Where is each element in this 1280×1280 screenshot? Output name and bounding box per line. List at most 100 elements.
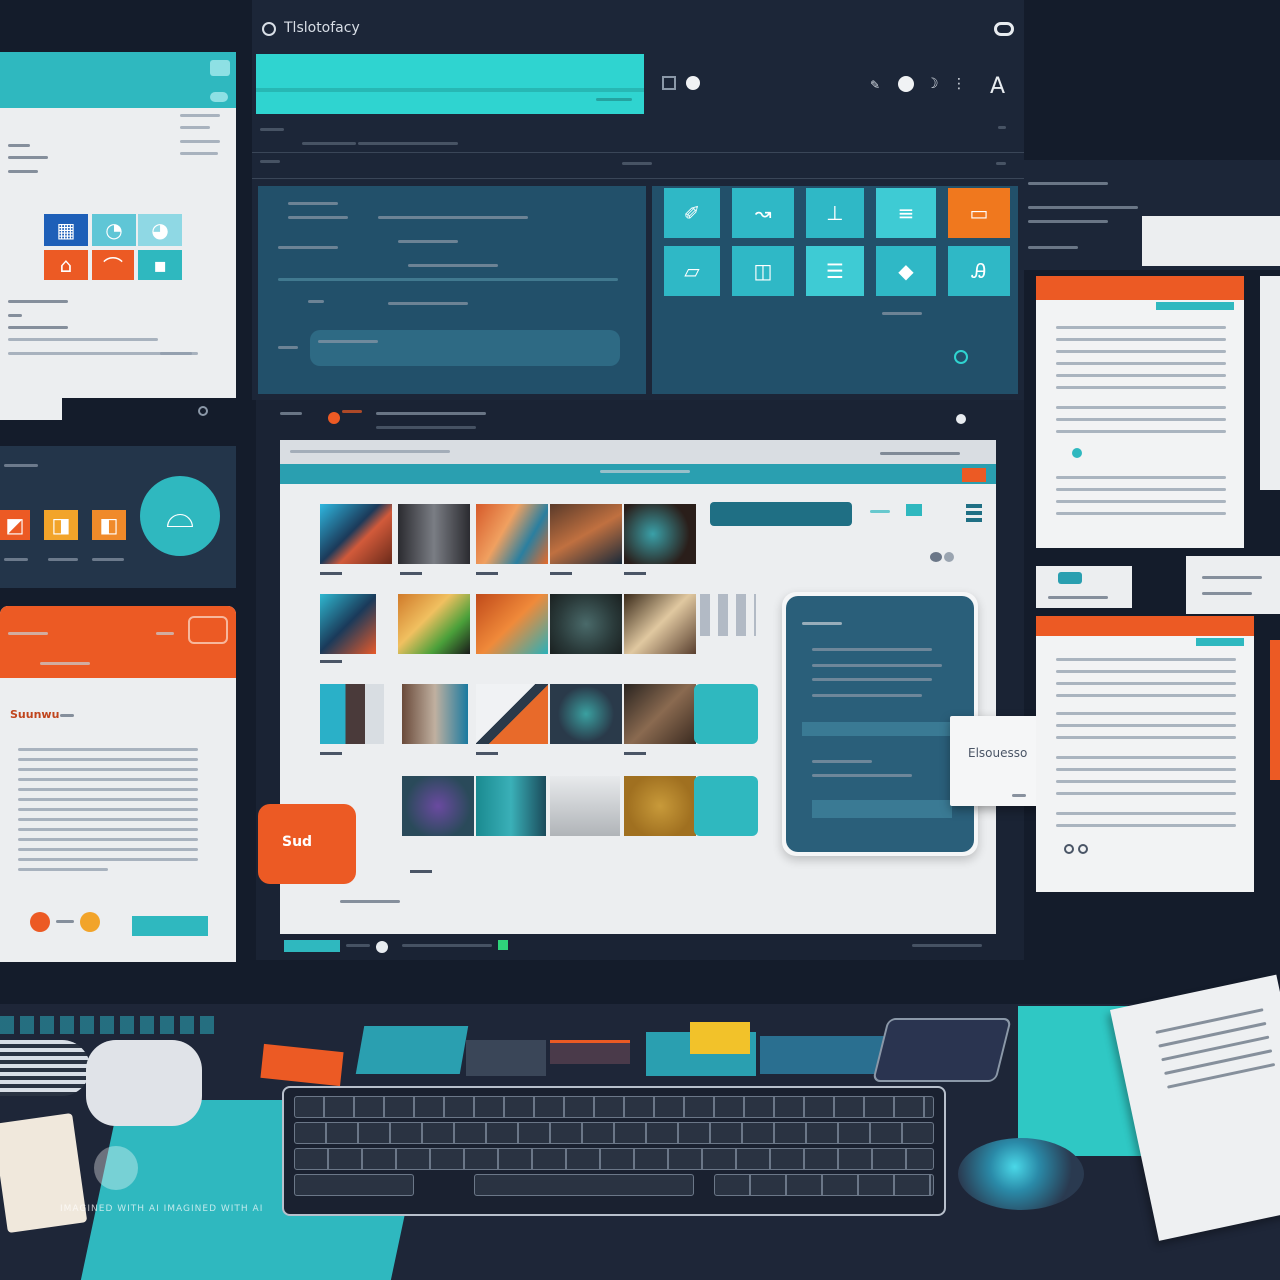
left-action-button[interactable] xyxy=(132,916,208,936)
speaker-device xyxy=(0,1040,90,1096)
dot-icon[interactable] xyxy=(686,76,700,90)
gallery-thumbnail[interactable] xyxy=(624,594,696,654)
link-icon[interactable] xyxy=(1064,844,1074,854)
dot-icon[interactable] xyxy=(956,414,966,424)
orange-dock-icon[interactable]: ◩ xyxy=(0,510,30,540)
eraser-icon[interactable]: ✐ xyxy=(664,188,720,238)
gallery-thumbnail[interactable] xyxy=(398,504,470,564)
square-icon[interactable] xyxy=(662,76,676,90)
gallery-thumbnail[interactable] xyxy=(550,776,620,836)
desk-card-blue xyxy=(760,1036,884,1074)
right-search-box[interactable] xyxy=(1142,216,1280,266)
desk-tool-icons xyxy=(0,1016,220,1034)
blue-app-icon[interactable]: ▦ xyxy=(44,214,88,246)
record-dot-icon[interactable] xyxy=(328,412,340,424)
app-title: Tlslotofacy xyxy=(284,20,360,36)
diamond-icon[interactable]: ◆ xyxy=(876,246,936,296)
gallery-thumbnail[interactable] xyxy=(624,684,696,744)
teal-search-bar[interactable] xyxy=(256,54,644,114)
properties-input[interactable] xyxy=(310,330,620,366)
font-icon[interactable]: A xyxy=(990,74,1005,99)
center-top-window: Tlslotofacy ✎ ☽ ⋮ A ✐ ↝ ⊥ ≡ ▭ ▱ ◫ ☰ ◆ Ꭿ xyxy=(252,0,1024,400)
window-icon[interactable] xyxy=(188,616,228,644)
gallery-thumbnail[interactable] xyxy=(550,684,622,744)
gallery-thumbnail[interactable] xyxy=(402,776,474,836)
close-tab-button[interactable] xyxy=(962,468,986,482)
browser-action-pill[interactable] xyxy=(710,502,852,526)
pin-icon[interactable]: ✎ xyxy=(870,78,880,92)
moon-icon[interactable]: ☽ xyxy=(926,76,939,92)
toggle-icon[interactable] xyxy=(994,22,1014,36)
gallery-thumbnail[interactable] xyxy=(624,776,696,836)
center-browser-frame xyxy=(256,400,1024,960)
signature-icon[interactable]: Ꭿ xyxy=(948,246,1010,296)
start-button[interactable] xyxy=(284,940,340,952)
gallery-thumbnail[interactable] xyxy=(476,594,548,654)
floating-card-label: Elsouesso xyxy=(968,746,1028,760)
left-tab[interactable] xyxy=(0,398,62,420)
gallery-thumbnail[interactable] xyxy=(476,504,548,564)
crop-icon[interactable]: ⊥ xyxy=(806,188,864,238)
gallery-thumbnail[interactable] xyxy=(550,504,622,564)
teal-gallery-button[interactable] xyxy=(694,684,758,744)
link-icon[interactable] xyxy=(1078,844,1088,854)
orange-dock-icon-2[interactable]: ◧ xyxy=(92,510,126,540)
more-icon[interactable]: ⋮ xyxy=(952,76,966,92)
grid-icon[interactable] xyxy=(966,502,982,522)
window-icon[interactable] xyxy=(210,60,230,76)
round-mouse[interactable] xyxy=(958,1138,1084,1210)
phone-device[interactable] xyxy=(872,1018,1012,1082)
sparkle-icon xyxy=(94,1146,138,1190)
right-small-card-2[interactable] xyxy=(1186,556,1280,614)
watermark-badge: IMAGINED WITH AI IMAGINED WITH AI xyxy=(60,1120,262,1230)
gallery-thumbnail[interactable] xyxy=(476,684,548,744)
layout-icon[interactable]: ≡ xyxy=(876,188,936,238)
gallery-thumbnail[interactable] xyxy=(624,504,696,564)
gallery-thumbnail[interactable] xyxy=(320,684,384,744)
gallery-thumbnail[interactable] xyxy=(550,594,622,654)
yellow-dock-icon[interactable]: ◨ xyxy=(44,510,78,540)
gallery-thumbnail[interactable] xyxy=(402,684,468,744)
tool-grid-panel: ✐ ↝ ⊥ ≡ ▭ ▱ ◫ ☰ ◆ Ꭿ xyxy=(652,186,1018,394)
teal-dot-icon[interactable] xyxy=(1072,448,1082,458)
orange-badge[interactable]: Sud xyxy=(258,804,356,884)
chat-icon[interactable]: ⌓ xyxy=(140,476,220,556)
close-icon[interactable] xyxy=(210,92,228,102)
orange-app-icon-2[interactable]: ⌒ xyxy=(92,250,134,280)
right-info-panel xyxy=(1024,160,1280,270)
desk-card-red xyxy=(550,1040,630,1064)
gallery-thumbnail[interactable] xyxy=(320,594,376,654)
teal-chip[interactable] xyxy=(906,504,922,516)
gallery-thumbnail[interactable] xyxy=(320,504,392,564)
split-icon[interactable]: ◫ xyxy=(732,246,794,296)
taskbar xyxy=(276,934,996,958)
left-app-dock: ◩ ◨ ◧ ⌓ xyxy=(0,446,236,588)
gallery-thumbnail[interactable] xyxy=(476,776,546,836)
toggle-icon[interactable] xyxy=(930,552,942,562)
dot-icon[interactable] xyxy=(898,76,914,92)
mouse-device[interactable] xyxy=(86,1040,202,1126)
image-icon[interactable]: ▭ xyxy=(948,188,1010,238)
table-icon[interactable]: ☰ xyxy=(806,246,864,296)
right-small-card[interactable] xyxy=(1036,566,1132,608)
right-edge-panel xyxy=(1260,276,1280,490)
gallery-thumbnail[interactable] xyxy=(398,594,470,654)
phone-mockup xyxy=(782,592,978,856)
teal-gallery-button[interactable] xyxy=(694,776,758,836)
left-orange-window: Suunwu xyxy=(0,606,236,962)
orange-app-icon[interactable]: ⌂ xyxy=(44,250,88,280)
desk-card-teal xyxy=(355,1026,469,1074)
orange-dot-button[interactable] xyxy=(30,912,50,932)
yellow-dot-button[interactable] xyxy=(80,912,100,932)
cyan-app-icon[interactable]: ◔ xyxy=(92,214,136,246)
dot-icon[interactable] xyxy=(376,941,388,953)
brush-icon[interactable]: ↝ xyxy=(732,188,794,238)
keyboard[interactable] xyxy=(282,1086,946,1216)
teal-app-icon[interactable]: ▪ xyxy=(138,250,182,280)
status-ring-icon[interactable] xyxy=(954,350,968,364)
green-app-icon[interactable] xyxy=(498,940,508,950)
settings-icon[interactable] xyxy=(198,406,208,416)
toggle-icon[interactable] xyxy=(944,552,954,562)
light-cyan-app-icon[interactable]: ◕ xyxy=(138,214,182,246)
ruler-icon[interactable]: ▱ xyxy=(664,246,720,296)
